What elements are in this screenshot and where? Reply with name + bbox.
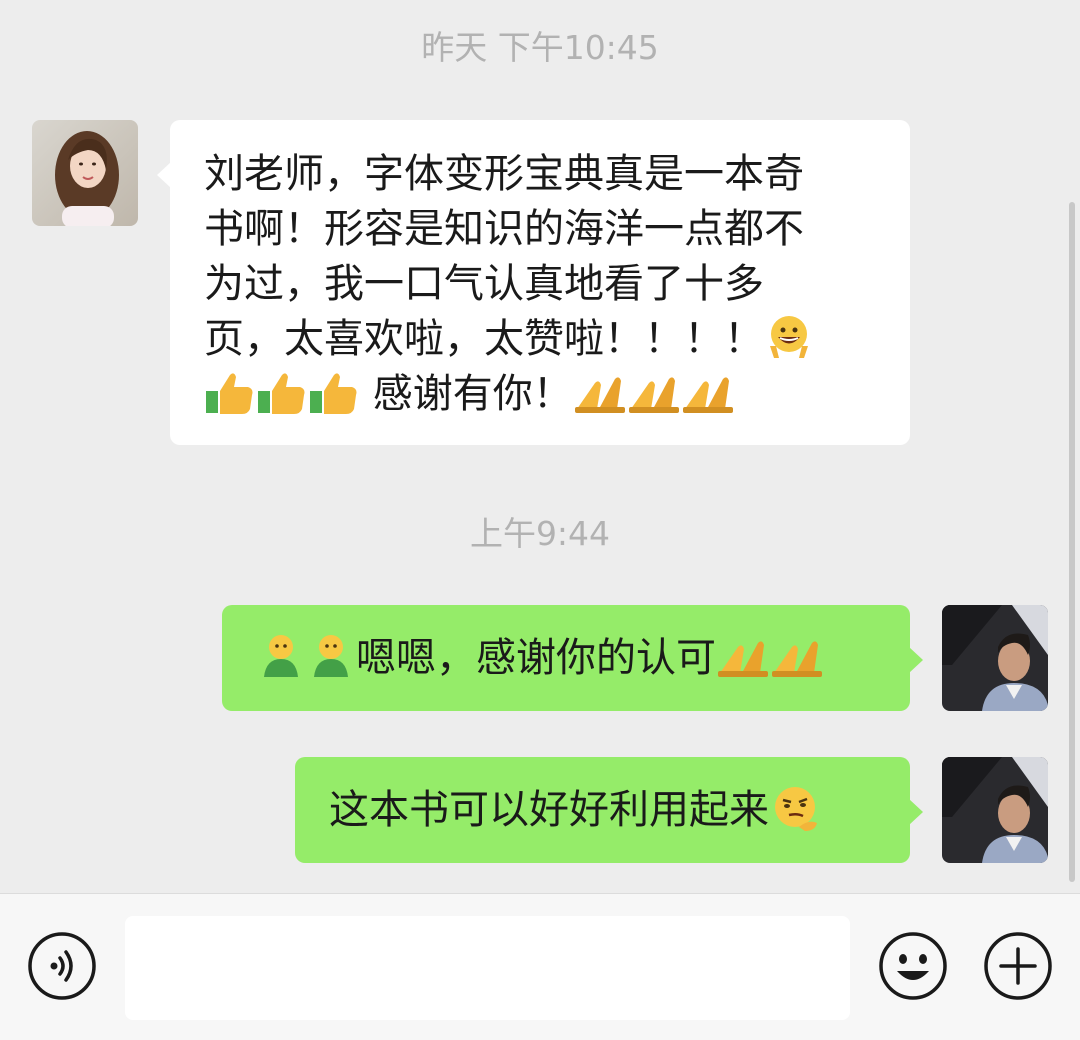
pray-emoji: [627, 367, 681, 417]
timestamp: 昨天 下午10:45: [421, 28, 659, 67]
my-avatar[interactable]: [942, 757, 1048, 863]
message-line: 书啊！形容是知识的海洋一点都不: [204, 206, 804, 252]
my-avatar[interactable]: [942, 605, 1048, 711]
grin-peace-emoji: [764, 312, 814, 362]
input-bar: [0, 893, 1080, 1040]
chat-area[interactable]: 昨天 下午10:45 刘老师，字体变形宝典真是一本奇 书啊！形容是知识的海洋一点…: [0, 0, 1080, 893]
sent-message-bubble[interactable]: 嗯嗯，感谢你的认可: [222, 605, 923, 711]
pray-emoji: [573, 367, 627, 417]
message-line: 为过，我一口气认真地看了十多: [204, 261, 764, 307]
scrollbar[interactable]: [1069, 202, 1075, 882]
timestamp: 上午9:44: [469, 514, 611, 553]
thinking-smirk-emoji: [769, 783, 821, 833]
message-line-5: 感谢有你！: [204, 367, 880, 422]
message-line: 嗯嗯，感谢你的认可: [256, 631, 880, 686]
voice-icon[interactable]: [27, 931, 97, 1001]
thumbs-up-emoji: [204, 367, 256, 417]
pray-emoji: [681, 367, 735, 417]
message-text: 感谢有你！: [360, 371, 573, 417]
green-person-emoji: [306, 631, 356, 681]
pray-emoji: [770, 631, 824, 681]
message-text: 页，太喜欢啦，太赞啦！！！！: [204, 316, 764, 362]
plus-icon[interactable]: [983, 931, 1053, 1001]
pray-emoji: [716, 631, 770, 681]
message-input[interactable]: [125, 916, 850, 1020]
received-message-bubble[interactable]: 刘老师，字体变形宝典真是一本奇 书啊！形容是知识的海洋一点都不 为过，我一口气认…: [157, 120, 910, 445]
thumbs-up-emoji: [308, 367, 360, 417]
message-line: 这本书可以好好利用起来: [329, 783, 880, 838]
contact-avatar[interactable]: [32, 120, 138, 226]
message-line: 刘老师，字体变形宝典真是一本奇: [204, 151, 804, 197]
message-text: 这本书可以好好利用起来: [329, 787, 769, 833]
message-line-4: 页，太喜欢啦，太赞啦！！！！: [204, 312, 880, 367]
thumbs-up-emoji: [256, 367, 308, 417]
message-text: 嗯嗯，感谢你的认可: [356, 635, 716, 681]
emoji-icon[interactable]: [878, 931, 948, 1001]
sent-message-bubble[interactable]: 这本书可以好好利用起来: [295, 757, 923, 863]
green-person-emoji: [256, 631, 306, 681]
